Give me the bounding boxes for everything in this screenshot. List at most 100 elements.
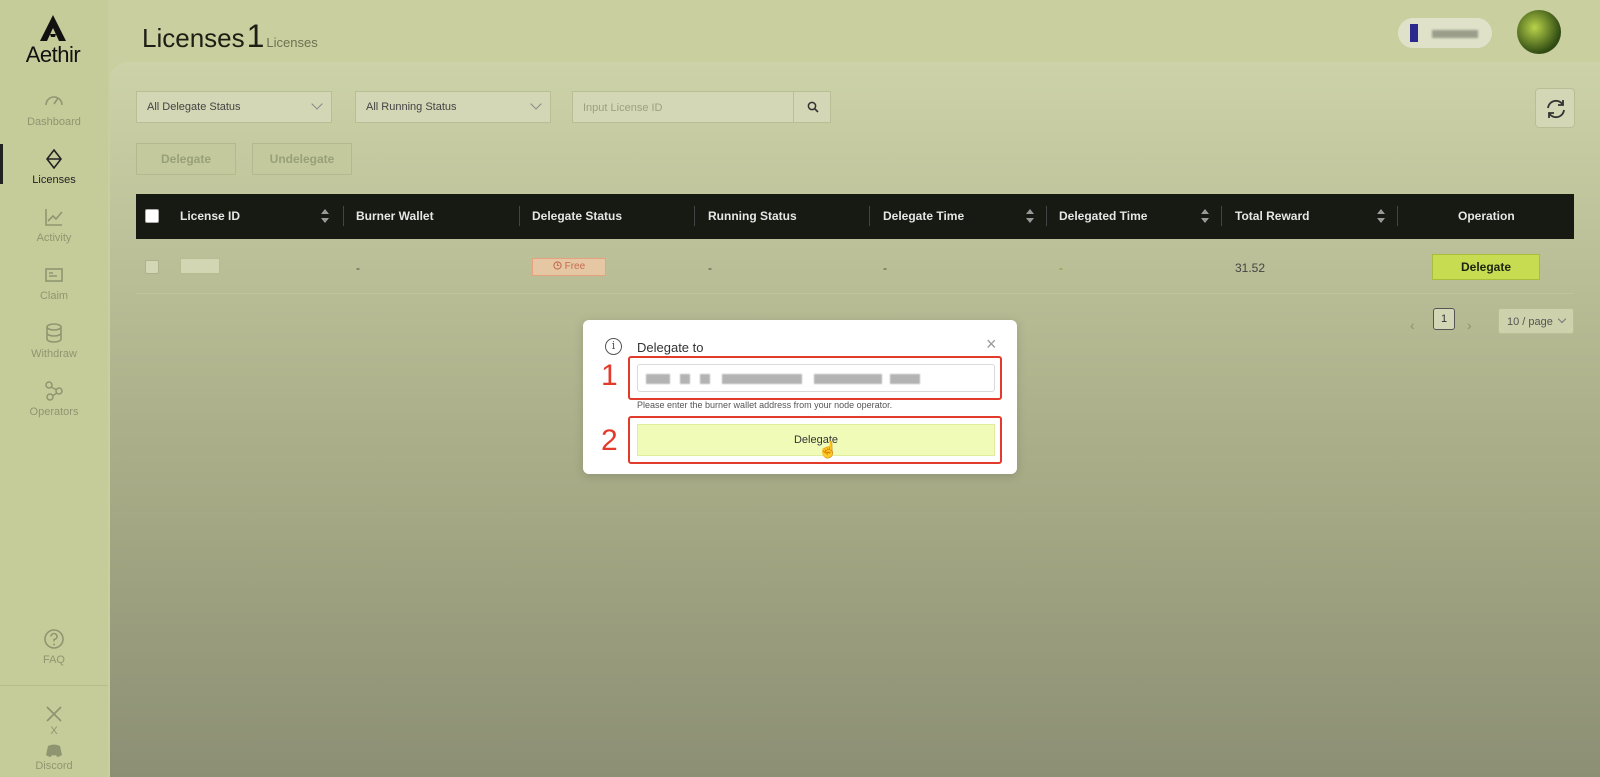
delegate-modal: i Delegate to × Please enter the burner …	[583, 320, 1017, 474]
delegate-status-value: All Delegate Status	[147, 101, 241, 113]
question-icon	[44, 629, 64, 649]
page-size-value: 10 / page	[1507, 316, 1553, 328]
sidebar: Aethir Dashboard Licenses Activity Claim…	[0, 0, 108, 777]
column-delegated-time[interactable]: Delegated Time	[1059, 209, 1147, 223]
sort-icon[interactable]	[1201, 209, 1209, 223]
sidebar-item-label: Operators	[29, 406, 79, 418]
burner-wallet-input[interactable]	[637, 364, 995, 392]
cell-burner-wallet: -	[356, 261, 360, 275]
sidebar-item-label: Discord	[35, 760, 73, 772]
status-badge-text: Free	[564, 261, 586, 272]
modal-hint: Please enter the burner wallet address f…	[637, 400, 893, 410]
column-license-id[interactable]: License ID	[180, 209, 240, 223]
column-divider	[1397, 206, 1398, 226]
chevron-down-icon	[1557, 314, 1567, 324]
row-checkbox[interactable]	[145, 260, 159, 274]
license-count: 1	[246, 18, 265, 54]
column-burner-wallet: Burner Wallet	[356, 209, 434, 223]
database-icon	[46, 323, 62, 343]
sidebar-item-label: X	[50, 725, 58, 737]
modal-title: Delegate to	[637, 340, 704, 355]
sidebar-item-faq[interactable]: FAQ	[0, 628, 108, 666]
chevron-down-icon	[311, 98, 323, 110]
aethir-logo[interactable]: Aethir	[18, 14, 88, 68]
sidebar-item-label: Activity	[36, 232, 72, 244]
sort-icon[interactable]	[1377, 209, 1385, 223]
aethir-logo-icon	[40, 15, 66, 41]
avatar[interactable]	[1517, 10, 1561, 54]
running-status-value: All Running Status	[366, 101, 457, 113]
sidebar-item-discord[interactable]: Discord	[0, 744, 108, 772]
column-divider	[869, 206, 870, 226]
sidebar-item-label: FAQ	[42, 654, 65, 666]
sidebar-item-claim[interactable]: Claim	[0, 264, 108, 302]
sidebar-divider	[0, 685, 108, 686]
brand-name: Aethir	[25, 42, 81, 67]
modal-delegate-button[interactable]: Delegate	[637, 424, 995, 456]
column-delegate-time[interactable]: Delegate Time	[883, 209, 964, 223]
column-divider	[1221, 206, 1222, 226]
diamond-icon	[45, 148, 63, 170]
search-button[interactable]	[793, 91, 831, 123]
license-id-input[interactable]: Input License ID	[572, 91, 794, 123]
delegate-status-select[interactable]: All Delegate Status	[136, 91, 332, 123]
sidebar-item-label: Dashboard	[27, 116, 81, 128]
undelegate-button[interactable]: Undelegate	[252, 143, 352, 175]
gauge-icon	[45, 96, 63, 106]
next-page-icon[interactable]: ›	[1467, 317, 1472, 333]
chart-line-icon	[45, 209, 63, 226]
sidebar-item-x[interactable]: X	[0, 705, 108, 737]
blurred-text	[722, 374, 802, 384]
sidebar-item-dashboard[interactable]: Dashboard	[0, 90, 108, 128]
prev-page-icon[interactable]: ‹	[1410, 317, 1415, 333]
sidebar-item-licenses[interactable]: Licenses	[0, 144, 108, 186]
column-divider	[694, 206, 695, 226]
cell-total-reward: 31.52	[1235, 261, 1266, 275]
cell-delegated-time: -	[1059, 261, 1063, 275]
close-icon[interactable]: ×	[986, 334, 997, 355]
card-icon	[45, 268, 63, 282]
page-title-text: Licenses	[142, 23, 245, 53]
page-size-select[interactable]: 10 / page	[1498, 308, 1574, 334]
refresh-button[interactable]	[1535, 88, 1575, 128]
column-total-reward[interactable]: Total Reward	[1235, 209, 1309, 223]
info-icon: i	[605, 338, 622, 355]
sort-icon[interactable]	[321, 209, 329, 223]
license-id-placeholder: Input License ID	[583, 102, 663, 114]
sidebar-item-label: Licenses	[32, 174, 76, 186]
sidebar-item-operators[interactable]: Operators	[0, 380, 108, 418]
table-row: - Free - - - 31.52 Delegate	[136, 240, 1574, 294]
annotation-number-2: 2	[601, 424, 618, 457]
column-running-status: Running Status	[708, 209, 797, 223]
pointer-cursor-icon: ☝	[818, 442, 838, 459]
column-delegate-status: Delegate Status	[532, 209, 623, 223]
wallet-icon	[1410, 24, 1418, 42]
running-status-select[interactable]: All Running Status	[355, 91, 551, 123]
column-operation: Operation	[1458, 209, 1515, 223]
wallet-address-blurred	[1432, 30, 1478, 38]
status-badge: Free	[532, 258, 606, 276]
cell-delegate-time: -	[883, 261, 887, 275]
row-delegate-button[interactable]: Delegate	[1432, 254, 1540, 280]
search-icon	[807, 101, 819, 113]
sort-icon[interactable]	[1026, 209, 1034, 223]
blurred-text	[646, 374, 670, 384]
cell-running-status: -	[708, 261, 712, 275]
delegate-button[interactable]: Delegate	[136, 143, 236, 175]
column-divider	[519, 206, 520, 226]
discord-icon	[46, 744, 62, 757]
column-divider	[343, 206, 344, 226]
table-header: License ID Burner Wallet Delegate Status…	[136, 194, 1574, 239]
blurred-text	[890, 374, 920, 384]
page-title: Licenses1 Licenses	[142, 18, 318, 55]
sidebar-item-withdraw[interactable]: Withdraw	[0, 322, 108, 360]
page-number[interactable]: 1	[1433, 308, 1455, 330]
clock-icon	[553, 261, 562, 270]
select-all-checkbox[interactable]	[145, 209, 159, 223]
blurred-text	[680, 374, 690, 384]
refresh-icon	[1547, 99, 1565, 119]
wallet-button[interactable]	[1398, 18, 1492, 48]
chevron-down-icon	[530, 98, 542, 110]
nodes-icon	[45, 381, 63, 401]
sidebar-item-activity[interactable]: Activity	[0, 206, 108, 244]
